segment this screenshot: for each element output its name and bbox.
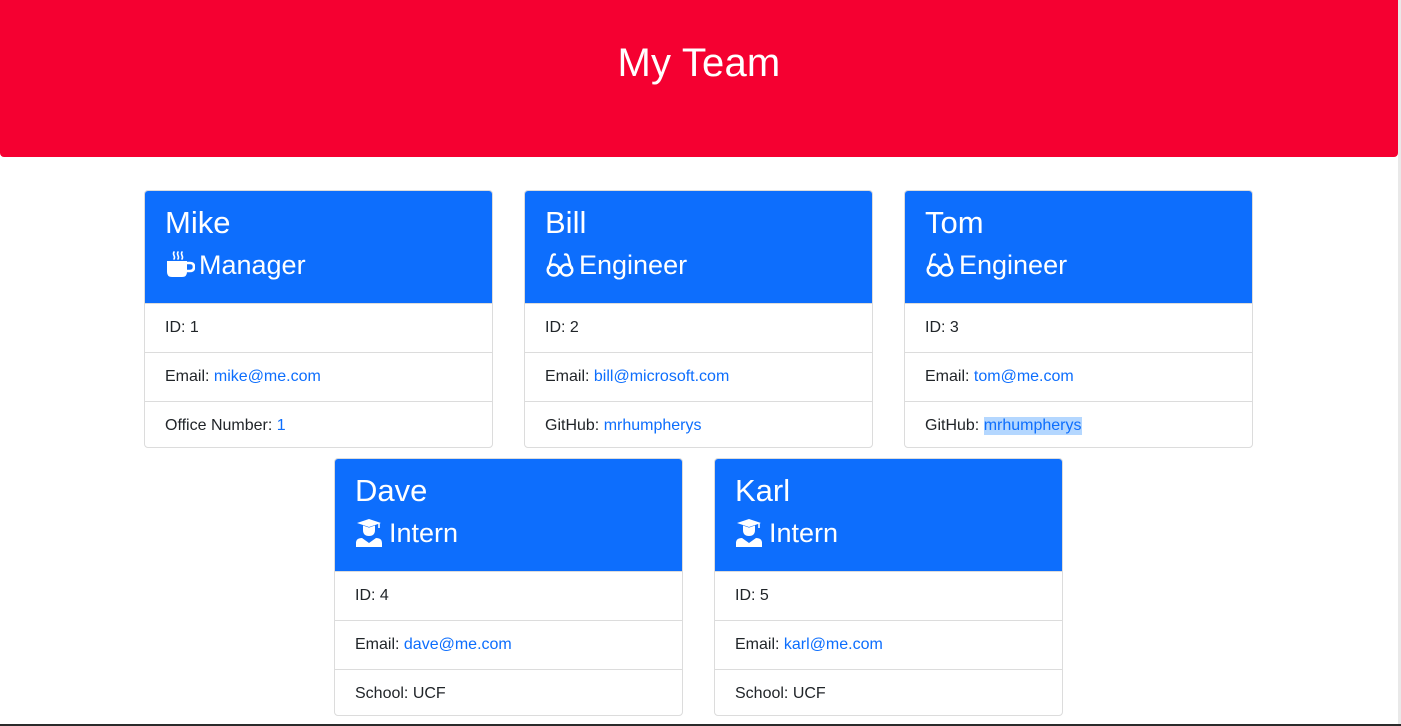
id-row: ID: 2	[525, 303, 872, 352]
github-label: GitHub:	[925, 417, 984, 434]
employee-name: Mike	[165, 205, 231, 240]
email-link[interactable]: mike@me.com	[214, 368, 321, 386]
email-row: Email: mike@me.com	[145, 352, 492, 401]
email-label: Email:	[925, 368, 974, 385]
graduate-icon	[735, 518, 765, 548]
role-label: Engineer	[579, 250, 688, 280]
id-value: 3	[949, 319, 959, 336]
email-label: Email:	[355, 636, 404, 653]
id-row: ID: 3	[905, 303, 1252, 352]
school-label: School:	[355, 685, 413, 702]
id-row: ID: 4	[335, 571, 682, 620]
employee-name: Dave	[355, 473, 428, 508]
school-label: School:	[735, 685, 793, 702]
id-value: 5	[759, 587, 769, 604]
email-link[interactable]: dave@me.com	[404, 636, 512, 654]
school-row: School: UCF	[335, 669, 682, 715]
employee-role: Manager	[165, 241, 472, 281]
role-label: Intern	[389, 518, 459, 548]
role-label: Intern	[769, 518, 839, 548]
employee-role: Intern	[735, 509, 1042, 549]
role-label: Manager	[199, 250, 306, 280]
graduate-icon	[355, 518, 385, 548]
employee-card-karl: Karl Intern ID: 5 Email: karl@me.com Sch…	[714, 458, 1063, 716]
employee-name: Tom	[925, 205, 984, 240]
employee-card-mike: Mike Manager ID: 1 Email: mike@me.com Of…	[144, 190, 493, 448]
office-number-link[interactable]: 1	[277, 417, 286, 435]
email-row: Email: dave@me.com	[335, 620, 682, 669]
github-row: GitHub: mrhumpherys	[525, 401, 872, 447]
card-header: Dave Intern	[335, 459, 682, 571]
email-row: Email: karl@me.com	[715, 620, 1062, 669]
id-row: ID: 5	[715, 571, 1062, 620]
id-label: ID:	[165, 319, 190, 336]
employee-name: Karl	[735, 473, 791, 508]
role-label: Engineer	[959, 250, 1068, 280]
school-value: UCF	[412, 685, 446, 702]
email-label: Email:	[165, 368, 214, 385]
glasses-icon	[545, 250, 575, 280]
employee-role: Intern	[355, 509, 662, 549]
email-row: Email: tom@me.com	[905, 352, 1252, 401]
email-row: Email: bill@microsoft.com	[525, 352, 872, 401]
school-value: UCF	[792, 685, 826, 702]
card-header: Mike Manager	[145, 191, 492, 303]
email-label: Email:	[545, 368, 594, 385]
github-label: GitHub:	[545, 417, 604, 434]
email-link[interactable]: karl@me.com	[784, 636, 883, 654]
card-header: Tom Engineer	[905, 191, 1252, 303]
id-value: 1	[189, 319, 199, 336]
email-link[interactable]: tom@me.com	[974, 368, 1074, 386]
id-label: ID:	[735, 587, 760, 604]
id-value: 2	[569, 319, 579, 336]
email-label: Email:	[735, 636, 784, 653]
employee-card-tom: Tom Engineer ID: 3 Email: tom@me.com Git…	[904, 190, 1253, 448]
id-label: ID:	[925, 319, 950, 336]
employee-card-dave: Dave Intern ID: 4 Email: dave@me.com Sch…	[334, 458, 683, 716]
github-link[interactable]: mrhumpherys	[604, 417, 702, 435]
page-header: My Team	[0, 0, 1398, 157]
page: My Team Mike Manager ID: 1 Email: mike@m…	[0, 0, 1401, 726]
github-row: GitHub: mrhumpherys	[905, 401, 1252, 447]
github-link-selected[interactable]: mrhumpherys	[983, 417, 1082, 435]
employee-role: Engineer	[925, 241, 1232, 281]
page-title: My Team	[617, 41, 781, 85]
card-header: Karl Intern	[715, 459, 1062, 571]
employee-role: Engineer	[545, 241, 852, 281]
id-row: ID: 1	[145, 303, 492, 352]
office-number-row: Office Number: 1	[145, 401, 492, 447]
office-number-label: Office Number:	[165, 417, 277, 434]
employee-name: Bill	[545, 205, 587, 240]
email-link[interactable]: bill@microsoft.com	[594, 368, 729, 386]
employee-card-bill: Bill Engineer ID: 2 Email: bill@microsof…	[524, 190, 873, 448]
glasses-icon	[925, 250, 955, 280]
id-label: ID:	[355, 587, 380, 604]
school-row: School: UCF	[715, 669, 1062, 715]
id-value: 4	[379, 587, 389, 604]
mug-icon	[165, 250, 195, 280]
card-header: Bill Engineer	[525, 191, 872, 303]
id-label: ID:	[545, 319, 570, 336]
